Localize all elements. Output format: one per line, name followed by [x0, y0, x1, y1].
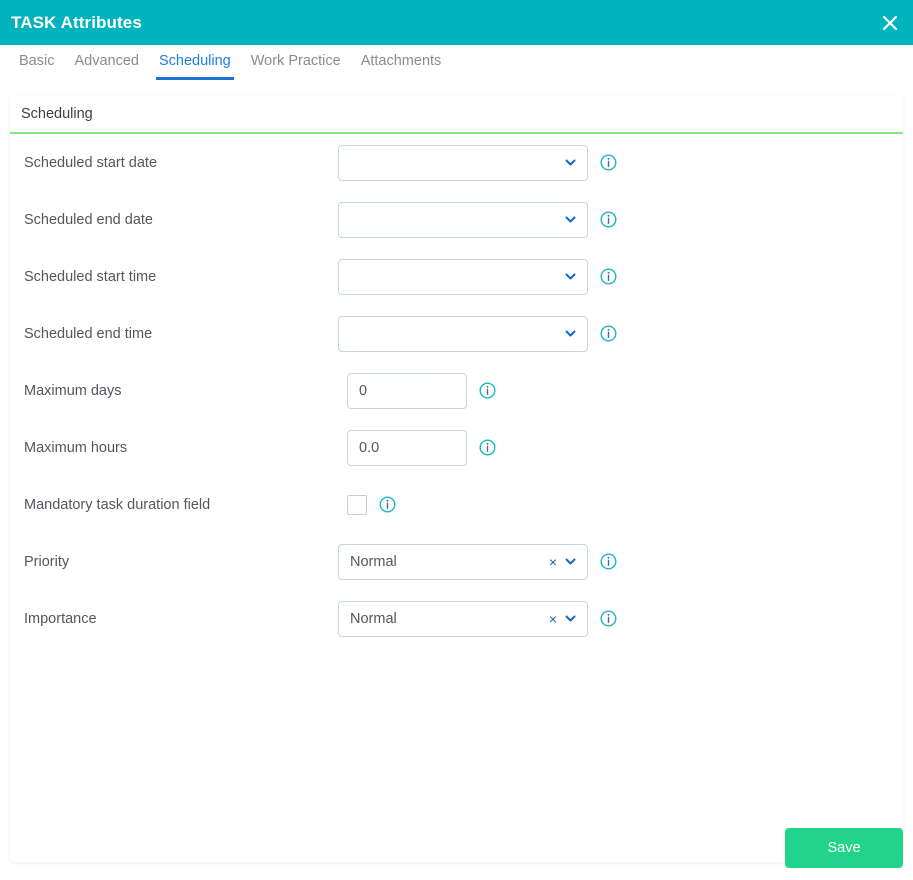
clear-selection-icon[interactable]: ×	[549, 612, 564, 626]
input-maximum-hours[interactable]: 0.0	[347, 429, 467, 466]
select-scheduled-start-date[interactable]	[338, 144, 588, 181]
select-scheduled-start-time[interactable]	[338, 258, 588, 295]
field-label: Maximum hours	[24, 439, 128, 456]
chevron-down-icon[interactable]	[564, 156, 587, 169]
form-row: Priority Normal ×	[10, 533, 903, 590]
field-control: Normal ×	[338, 543, 617, 580]
page-title: TASK Attributes	[11, 12, 142, 32]
field-label: Scheduled end time	[24, 325, 153, 342]
select-value: Normal	[350, 610, 397, 627]
field-control	[347, 494, 396, 515]
select-importance[interactable]: Normal ×	[338, 600, 588, 637]
clear-selection-icon[interactable]: ×	[549, 555, 564, 569]
scheduling-panel: Scheduling Scheduled start date Scheduled…	[10, 96, 903, 868]
field-control	[338, 315, 617, 352]
form-row: Scheduled start date	[10, 134, 903, 191]
section-header: Scheduling	[10, 96, 903, 134]
form-row: Scheduled end date	[10, 191, 903, 248]
chevron-down-icon[interactable]	[564, 270, 587, 283]
tab-work-practice[interactable]: Work Practice	[241, 45, 351, 80]
field-label: Importance	[24, 610, 97, 627]
select-scheduled-end-date[interactable]	[338, 201, 588, 238]
tab-advanced[interactable]: Advanced	[64, 45, 149, 80]
field-control: 0	[347, 372, 496, 409]
info-icon[interactable]	[479, 439, 496, 456]
field-label: Scheduled end date	[24, 211, 153, 228]
field-label: Scheduled start time	[24, 268, 157, 285]
info-icon[interactable]	[600, 553, 617, 570]
tab-attachments[interactable]: Attachments	[351, 45, 452, 80]
checkbox-mandatory-task-duration-field[interactable]	[347, 494, 367, 515]
field-label: Mandatory task duration field	[24, 496, 211, 513]
form-row: Scheduled end time	[10, 305, 903, 362]
info-icon[interactable]	[600, 211, 617, 228]
field-control	[338, 144, 617, 181]
chevron-down-icon[interactable]	[564, 555, 587, 568]
chevron-down-icon[interactable]	[564, 612, 587, 625]
tab-basic[interactable]: Basic	[9, 45, 64, 80]
chevron-down-icon[interactable]	[564, 327, 587, 340]
close-icon[interactable]	[867, 0, 913, 45]
form-row: Maximum hours 0.0	[10, 419, 903, 476]
select-priority[interactable]: Normal ×	[338, 543, 588, 580]
field-label: Maximum days	[24, 382, 122, 399]
tab-scheduling[interactable]: Scheduling	[149, 45, 241, 80]
chevron-down-icon[interactable]	[564, 213, 587, 226]
input-maximum-days[interactable]: 0	[347, 372, 467, 409]
field-control	[338, 258, 617, 295]
field-control: 0.0	[347, 429, 496, 466]
field-control: Normal ×	[338, 600, 617, 637]
task-attributes-modal: TASK Attributes Basic Advanced Scheduling W…	[0, 0, 913, 880]
select-value: Normal	[350, 553, 397, 570]
form-row: Maximum days 0	[10, 362, 903, 419]
section-title: Scheduling	[21, 106, 93, 122]
info-icon[interactable]	[600, 154, 617, 171]
save-button[interactable]: Save	[785, 828, 903, 868]
form-row: Mandatory task duration field	[10, 476, 903, 533]
info-icon[interactable]	[600, 325, 617, 342]
modal-header: TASK Attributes	[0, 0, 913, 45]
field-label: Priority	[24, 553, 70, 570]
scheduling-form: Scheduled start date Scheduled end date Sc…	[10, 134, 903, 647]
field-control	[338, 201, 617, 238]
form-row: Scheduled start time	[10, 248, 903, 305]
info-icon[interactable]	[600, 610, 617, 627]
form-row: Importance Normal ×	[10, 590, 903, 647]
info-icon[interactable]	[479, 382, 496, 399]
select-scheduled-end-time[interactable]	[338, 315, 588, 352]
tab-bar: Basic Advanced Scheduling Work Practice Atta…	[0, 45, 913, 87]
field-label: Scheduled start date	[24, 154, 158, 171]
info-icon[interactable]	[600, 268, 617, 285]
info-icon[interactable]	[379, 496, 396, 513]
